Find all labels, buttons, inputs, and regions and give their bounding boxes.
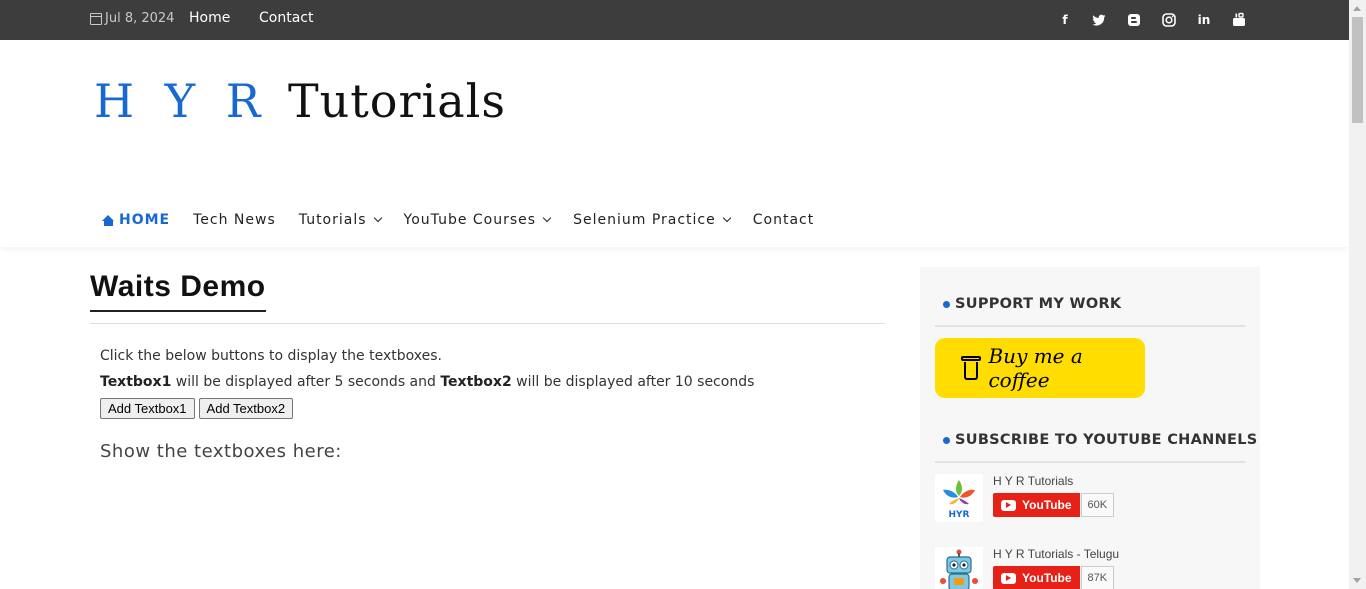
nav-item-selenium-practice[interactable]: Selenium Practice — [573, 212, 731, 228]
youtube-play-icon — [1001, 499, 1016, 511]
instagram-icon[interactable] — [1161, 12, 1177, 28]
channel-row: H Y R Tutorials - Telugu YouTube 87K — [935, 547, 1245, 589]
site-header: H Y R Tutorials HOME Tech News Tutorials… — [0, 40, 1349, 247]
calendar-icon — [90, 12, 102, 25]
scroll-up-arrow-icon[interactable] — [1353, 6, 1361, 11]
linkedin-icon[interactable]: in — [1196, 12, 1212, 28]
support-title-text: SUPPORT MY WORK — [955, 296, 1122, 312]
title-divider — [90, 323, 885, 324]
coffee-cup-icon — [961, 356, 981, 380]
blogger-icon[interactable] — [1126, 12, 1142, 28]
instruction-text: Click the below buttons to display the t… — [100, 348, 442, 364]
youtube-icon[interactable] — [1231, 12, 1247, 28]
textbox2-label: Textbox2 — [440, 374, 512, 390]
nav-label-tech-news: Tech News — [193, 212, 276, 228]
support-widget-title: SUPPORT MY WORK — [943, 296, 1121, 312]
site-logo[interactable]: H Y R Tutorials — [94, 74, 506, 128]
timing-end: will be displayed after 10 seconds — [511, 374, 755, 390]
chevron-down-icon — [542, 213, 552, 223]
top-link-home[interactable]: Home — [189, 10, 230, 26]
channel-row: HYR H Y R Tutorials YouTube 60K — [935, 474, 1245, 534]
logo-hyr: H Y R — [94, 74, 269, 128]
youtube-subscribe-button[interactable]: YouTube 87K — [993, 566, 1115, 589]
bullet-icon — [943, 300, 950, 308]
facebook-icon[interactable]: f — [1057, 12, 1073, 28]
date-display: Jul 8, 2024 — [90, 11, 174, 26]
youtube-button-label: YouTube — [993, 566, 1080, 589]
top-link-contact[interactable]: Contact — [259, 10, 313, 26]
scroll-down-arrow-icon[interactable] — [1353, 578, 1361, 583]
nav-label-contact: Contact — [752, 212, 815, 228]
channel-avatar[interactable] — [935, 547, 983, 589]
logo-tutorials: Tutorials — [288, 74, 506, 128]
coffee-label: Buy me a coffee — [988, 344, 1083, 392]
nav-label-home: HOME — [119, 212, 171, 228]
subscriber-count: 87K — [1080, 566, 1115, 589]
youtube-button-text: YouTube — [1022, 571, 1072, 585]
svg-text:HYR: HYR — [949, 510, 970, 520]
timing-text: Textbox1 will be displayed after 5 secon… — [100, 374, 880, 391]
add-textbox1-button[interactable]: Add Textbox1 — [100, 398, 195, 419]
page-title: Waits Demo — [90, 270, 266, 312]
textbox1-label: Textbox1 — [100, 374, 172, 390]
buy-me-a-coffee-button[interactable]: Buy me a coffee — [935, 338, 1145, 398]
support-divider — [935, 325, 1245, 327]
chevron-down-icon — [722, 213, 731, 223]
subscriber-count: 60K — [1080, 493, 1115, 517]
channel-name[interactable]: H Y R Tutorials — [993, 474, 1073, 488]
nav-label-selenium-practice: Selenium Practice — [573, 212, 716, 228]
main-content: Waits Demo Click the below buttons to di… — [90, 270, 885, 462]
youtube-button-text: YouTube — [1022, 498, 1072, 512]
button-group: Add Textbox1 Add Textbox2 — [100, 398, 880, 419]
show-textboxes-label: Show the textboxes here: — [100, 441, 342, 462]
top-bar: Jul 8, 2024 Home Contact f in — [0, 0, 1349, 40]
subscribe-divider — [935, 461, 1245, 463]
youtube-button-label: YouTube — [993, 493, 1080, 517]
nav-label-tutorials: Tutorials — [298, 212, 367, 228]
channel-avatar[interactable]: HYR — [935, 474, 983, 522]
bullet-icon — [943, 436, 950, 444]
nav-item-tech-news[interactable]: Tech News — [193, 212, 276, 228]
page-scrollbar[interactable] — [1349, 0, 1366, 589]
home-icon — [102, 214, 115, 226]
youtube-subscribe-button[interactable]: YouTube 60K — [993, 493, 1115, 517]
sidebar: SUPPORT MY WORK Buy me a coffee SUBSCRIB… — [920, 267, 1260, 589]
chevron-down-icon — [373, 213, 382, 223]
date-text: Jul 8, 2024 — [105, 11, 175, 26]
add-textbox2-button[interactable]: Add Textbox2 — [198, 398, 294, 419]
nav-label-youtube-courses: YouTube Courses — [403, 212, 537, 228]
timing-mid: will be displayed after 5 seconds and — [171, 374, 441, 390]
channel-name[interactable]: H Y R Tutorials - Telugu — [993, 547, 1119, 561]
twitter-icon[interactable] — [1091, 12, 1107, 28]
main-nav: HOME Tech News Tutorials YouTube Courses… — [102, 212, 837, 228]
subscribe-widget-title: SUBSCRIBE TO YOUTUBE CHANNELS — [943, 432, 1258, 448]
nav-item-tutorials[interactable]: Tutorials — [298, 212, 382, 228]
scrollbar-thumb[interactable] — [1352, 17, 1363, 123]
nav-item-home[interactable]: HOME — [102, 212, 170, 228]
nav-item-contact[interactable]: Contact — [753, 212, 814, 228]
youtube-play-icon — [1001, 572, 1016, 584]
post-body: Click the below buttons to display the t… — [100, 348, 880, 462]
nav-item-youtube-courses[interactable]: YouTube Courses — [403, 212, 552, 228]
subscribe-title-text: SUBSCRIBE TO YOUTUBE CHANNELS — [955, 432, 1258, 448]
